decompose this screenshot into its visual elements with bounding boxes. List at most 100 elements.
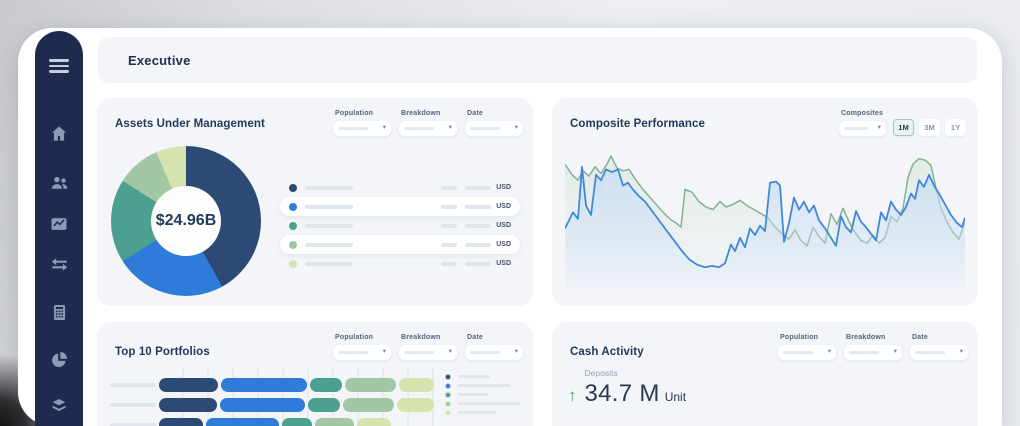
legend-name-placeholder [458, 393, 488, 396]
legend-amount-placeholder [465, 205, 491, 209]
segment-teal[interactable] [282, 418, 313, 426]
segment-blue[interactable] [206, 418, 278, 426]
aum-legend-row[interactable]: USD [280, 216, 520, 235]
aum-donut-chart: $24.96B [111, 146, 261, 296]
sidebar-item-calculator[interactable] [35, 295, 83, 329]
sidebar-item-layers[interactable] [35, 389, 83, 423]
top10-legend-row [445, 381, 520, 390]
chevron-down-icon: ▾ [515, 349, 518, 356]
population-select[interactable]: ▾ [333, 121, 391, 136]
segment-pale[interactable] [399, 378, 434, 392]
chevron-down-icon: ▾ [828, 349, 831, 356]
sidebar-item-allocation[interactable] [35, 343, 83, 377]
sidebar-item-clients[interactable] [35, 165, 83, 199]
legend-amount-placeholder [465, 224, 491, 228]
aum-filters: Population▾Breakdown▾Date▾ [333, 110, 523, 136]
calculator-icon [50, 303, 69, 322]
select-placeholder [338, 351, 368, 354]
date-select[interactable]: ▾ [910, 345, 968, 360]
filter-date: Date ▾ [910, 334, 968, 360]
date-select[interactable]: ▾ [465, 345, 523, 360]
filter-population: Population ▾ [333, 334, 391, 360]
select-placeholder [849, 351, 879, 354]
aum-legend-row[interactable]: USD [280, 178, 520, 197]
composites-select[interactable]: ▾ [839, 121, 886, 136]
deposits-value: 34.7 M [585, 380, 660, 408]
legend-currency: USD [496, 241, 511, 248]
top10-legend-row [445, 372, 520, 381]
deposits-kpi: ↑ Deposits 34.7 M Unit [568, 368, 686, 408]
segment-teal[interactable] [310, 378, 342, 392]
filter-population: Population ▾ [778, 334, 836, 360]
deposits-unit: Unit [665, 390, 686, 404]
breakdown-select[interactable]: ▾ [399, 345, 457, 360]
select-placeholder [338, 127, 368, 130]
legend-amount-placeholder [465, 262, 491, 266]
select-placeholder [783, 351, 813, 354]
select-placeholder [470, 127, 500, 130]
range-button-3m[interactable]: 3M [919, 119, 940, 136]
chevron-down-icon: ▾ [878, 125, 881, 132]
filter-label: Date [467, 334, 523, 341]
card-title: Cash Activity [570, 346, 644, 358]
chevron-down-icon: ▾ [894, 349, 897, 356]
segment-pale[interactable] [397, 398, 434, 412]
dashboard-stage: Executive Assets Under Management Popula… [0, 0, 1020, 426]
top10-row-3 [110, 418, 450, 426]
range-button-1m[interactable]: 1M [893, 119, 914, 136]
range-toggle-group: 1M 3M 1Y [893, 119, 966, 136]
aum-legend-row[interactable]: USD [280, 254, 520, 273]
filter-label: Breakdown [401, 110, 457, 117]
sidebar-item-home[interactable] [35, 117, 83, 151]
card-title: Top 10 Portfolios [115, 346, 210, 358]
filter-label: Breakdown [846, 334, 902, 341]
hamburger-menu-icon [49, 56, 69, 77]
breakdown-select[interactable]: ▾ [844, 345, 902, 360]
legend-name-placeholder [458, 384, 510, 387]
range-button-1y[interactable]: 1Y [945, 119, 966, 136]
segment-navy[interactable] [159, 398, 217, 412]
segment-navy[interactable] [159, 378, 218, 392]
legend-amount-placeholder [441, 205, 457, 209]
deposits-up-arrow-icon: ↑ [568, 386, 577, 406]
legend-amount-placeholder [465, 186, 491, 190]
legend-dot [289, 203, 297, 211]
segment-navy[interactable] [159, 418, 203, 426]
filter-date: Date▾ [465, 110, 523, 136]
segment-blue[interactable] [220, 398, 305, 412]
layers-icon [49, 396, 69, 416]
filter-label: Date [912, 334, 968, 341]
segment-pale[interactable] [357, 418, 390, 426]
population-select[interactable]: ▾ [333, 345, 391, 360]
legend-dot [289, 184, 297, 192]
legend-amount-placeholder [465, 243, 491, 247]
segment-sage[interactable] [315, 418, 354, 426]
legend-dot [445, 374, 451, 380]
composites-filter-label: Composites [841, 110, 886, 117]
legend-dot [445, 401, 451, 407]
breakdown-select[interactable]: ▾ [399, 121, 457, 136]
sidebar-item-performance[interactable] [35, 207, 83, 241]
filter-label: Population [335, 334, 391, 341]
date-select[interactable]: ▾ [465, 121, 523, 136]
aum-legend-row[interactable]: USD [280, 235, 520, 254]
chevron-down-icon: ▾ [449, 125, 452, 132]
sidebar-item-transfers[interactable] [35, 247, 83, 281]
filter-label: Population [780, 334, 836, 341]
segment-blue[interactable] [221, 378, 307, 392]
legend-dot [289, 222, 297, 230]
population-select[interactable]: ▾ [778, 345, 836, 360]
sidebar [35, 31, 83, 426]
stacked-bar [159, 378, 437, 392]
sidebar-menu-button[interactable] [35, 49, 83, 83]
filter-breakdown: Breakdown ▾ [844, 334, 902, 360]
segment-teal[interactable] [308, 398, 340, 412]
aum-legend-row[interactable]: USD [280, 197, 520, 216]
chevron-down-icon: ▾ [515, 125, 518, 132]
segment-sage[interactable] [345, 378, 396, 392]
segment-sage[interactable] [343, 398, 393, 412]
composite-performance-card: Composite Performance Composites ▾ 1M3M1… [552, 98, 978, 306]
filter-date: Date ▾ [465, 334, 523, 360]
top10-row-1 [110, 378, 450, 392]
legend-currency: USD [496, 260, 511, 267]
